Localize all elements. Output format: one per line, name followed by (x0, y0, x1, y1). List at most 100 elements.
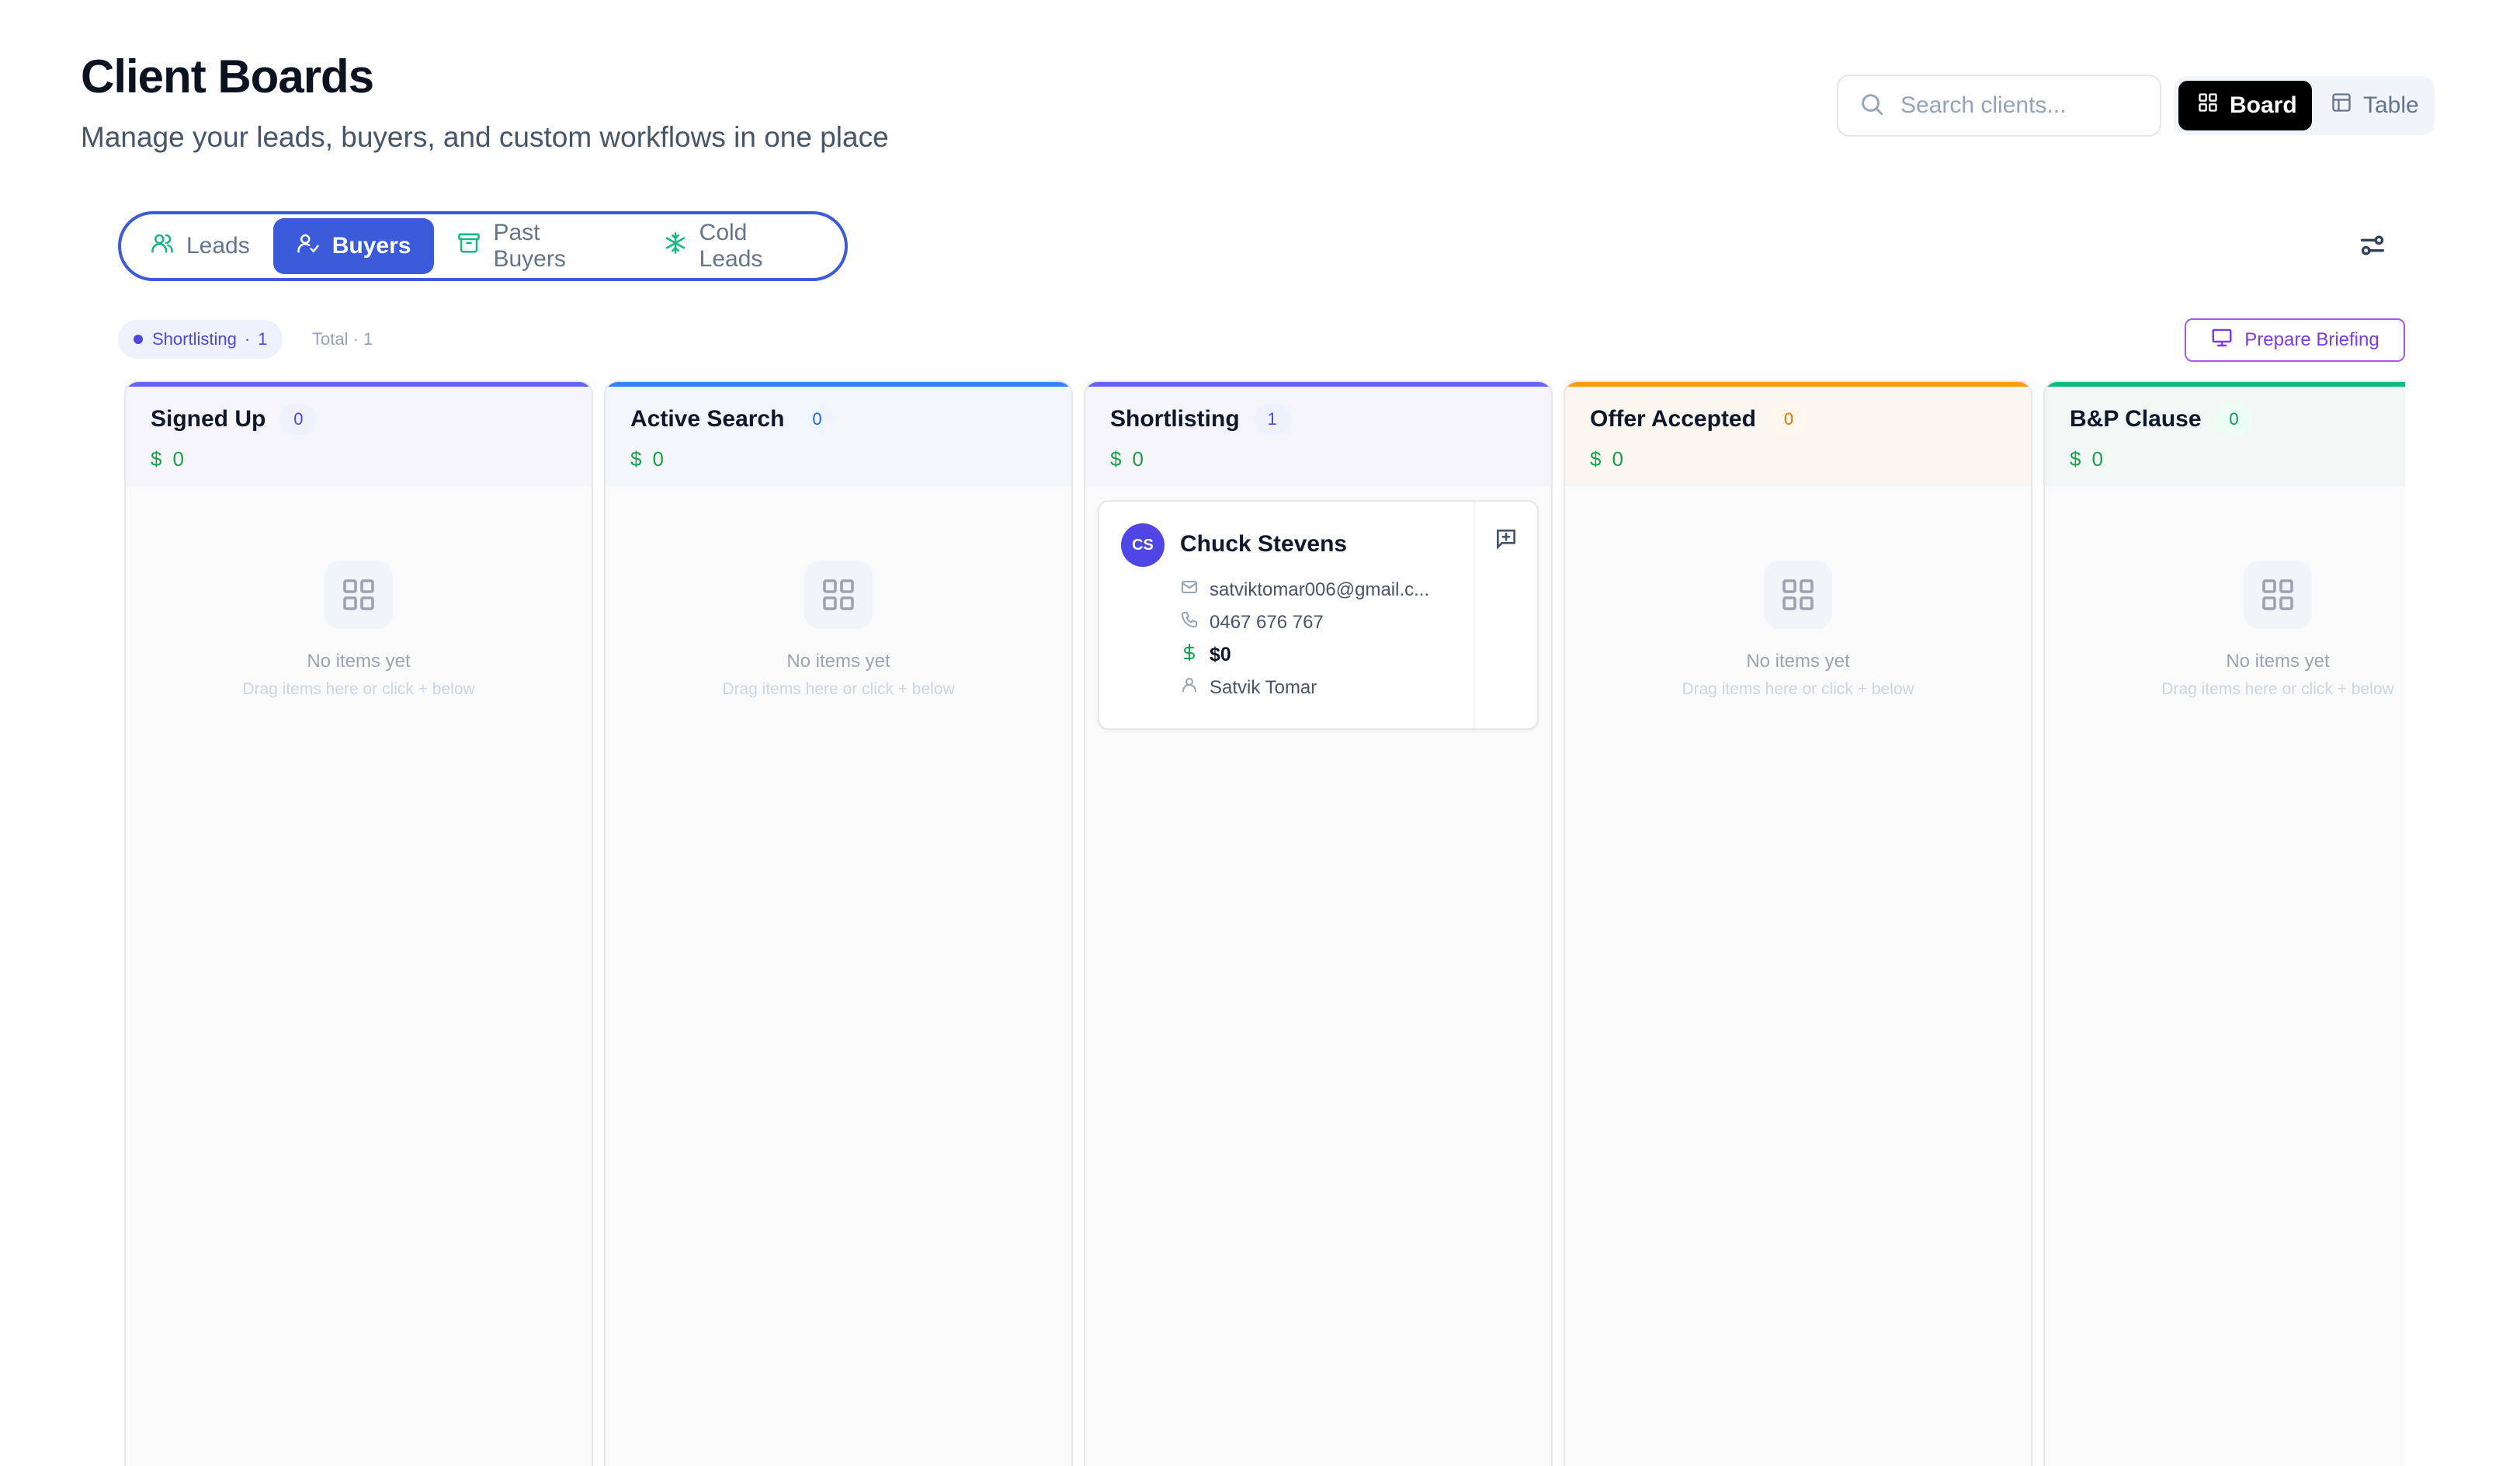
empty-state: No items yet Drag items here or click + … (606, 561, 1071, 699)
search-icon (1859, 91, 1885, 121)
tab-label: Buyers (331, 233, 411, 259)
tab-cold-leads[interactable]: Cold Leads (640, 218, 838, 274)
stage-dot (134, 335, 143, 344)
column-title: B&P Clause (2070, 406, 2202, 432)
empty-state-title: No items yet (786, 651, 890, 672)
client-phone: 0467 676 767 (1180, 610, 1324, 634)
dollar-icon (1180, 643, 1210, 667)
mail-icon (1180, 578, 1210, 602)
archive-icon (457, 231, 493, 261)
column-count-badge: 0 (798, 404, 836, 435)
empty-state-subtitle: Drag items here or click + below (2161, 680, 2394, 698)
empty-state: No items yet Drag items here or click + … (1565, 561, 2031, 699)
column-title: Offer Accepted (1590, 406, 1756, 432)
kanban-board: Signed Up 0 $ 0 No items yet Drag items … (124, 380, 2405, 1466)
page-title: Client Boards (81, 50, 374, 102)
stage-chip-label: Shortlisting (152, 329, 237, 349)
client-phone-text: 0467 676 767 (1210, 611, 1324, 633)
avatar: CS (1121, 523, 1165, 567)
search-input[interactable]: Search clients... (1837, 75, 2161, 137)
column-title: Shortlisting (1110, 406, 1240, 432)
column-header: Shortlisting 1 $ 0 (1085, 387, 1551, 486)
column-count-badge: 0 (2215, 404, 2253, 435)
empty-state-subtitle: Drag items here or click + below (722, 680, 955, 698)
dollar-icon: $ (2070, 447, 2081, 471)
phone-icon (1180, 610, 1210, 634)
stage-chip-count: 1 (258, 329, 268, 349)
column-amount: 0 (652, 447, 664, 471)
snowflake-icon (664, 231, 699, 261)
board-column-active-search: Active Search 0 $ 0 No items yet Drag it… (604, 380, 1073, 1466)
board-view-label: Board (2230, 92, 2297, 118)
grid-icon (325, 561, 393, 629)
client-card[interactable]: CS Chuck Stevens satviktomar006@gmail.c.… (1098, 500, 1539, 730)
prepare-briefing-button[interactable]: Prepare Briefing (2185, 318, 2405, 362)
column-count-badge: 1 (1253, 404, 1291, 435)
grid-icon (1764, 561, 1832, 629)
empty-state-subtitle: Drag items here or click + below (242, 680, 475, 698)
tab-label: Leads (186, 233, 250, 259)
board-column-bp-clause: B&P Clause 0 $ 0 No items yet Drag items… (2043, 380, 2405, 1466)
column-total-value: $ 0 (1110, 447, 1144, 471)
dollar-icon: $ (630, 447, 642, 471)
column-header: Offer Accepted 0 $ 0 (1565, 387, 2031, 486)
board-column-signed-up: Signed Up 0 $ 0 No items yet Drag items … (124, 380, 593, 1466)
empty-state-title: No items yet (2226, 651, 2330, 672)
column-count-badge: 0 (1769, 404, 1807, 435)
tab-label: Cold Leads (699, 220, 763, 272)
users-icon (151, 231, 186, 261)
user-check-icon (297, 231, 332, 261)
column-amount: 0 (172, 447, 184, 471)
board-column-shortlisting: Shortlisting 1 $ 0 CS Chuck Stevens satv… (1084, 380, 1553, 1466)
grid-icon (804, 561, 873, 629)
empty-state-subtitle: Drag items here or click + below (1682, 680, 1914, 698)
tab-leads[interactable]: Leads (127, 218, 273, 274)
stage-chip-separator: · (244, 329, 251, 349)
empty-state-title: No items yet (307, 651, 411, 672)
column-total-value: $ 0 (151, 447, 184, 471)
user-icon (1180, 676, 1210, 700)
client-price: $0 (1180, 643, 1231, 667)
column-amount: 0 (1132, 447, 1144, 471)
tab-label: Past Buyers (493, 220, 566, 272)
prepare-briefing-label: Prepare Briefing (2244, 329, 2379, 350)
dollar-icon: $ (1590, 447, 1602, 471)
column-total-value: $ 0 (1590, 447, 1623, 471)
board-column-offer-accepted: Offer Accepted 0 $ 0 No items yet Drag i… (1564, 380, 2032, 1466)
column-amount: 0 (2091, 447, 2103, 471)
column-header: Active Search 0 $ 0 (606, 387, 1071, 486)
column-header: Signed Up 0 $ 0 (126, 387, 592, 486)
presentation-icon (2210, 326, 2244, 355)
client-email-text: satviktomar006@gmail.c... (1210, 578, 1430, 600)
view-toggle: Board Table (2174, 76, 2435, 135)
total-count: Total · 1 (312, 329, 373, 349)
tab-buyers[interactable]: Buyers (272, 218, 435, 274)
table-view-button[interactable]: Table (2312, 81, 2438, 130)
client-price-text: $0 (1210, 644, 1231, 665)
empty-state: No items yet Drag items here or click + … (2045, 561, 2405, 699)
column-title: Signed Up (151, 406, 266, 432)
client-type-tabs: Leads Buyers Past Buyers Cold Leads (118, 211, 848, 281)
column-title: Active Search (630, 406, 785, 432)
tab-past-buyers[interactable]: Past Buyers (434, 218, 640, 274)
dollar-icon: $ (151, 447, 162, 471)
empty-state-title: No items yet (1746, 651, 1850, 672)
sliders-icon[interactable] (2357, 230, 2388, 261)
client-email: satviktomar006@gmail.c... (1180, 578, 1429, 602)
table-icon (2331, 92, 2363, 120)
column-count-badge: 0 (279, 404, 318, 435)
empty-state: No items yet Drag items here or click + … (126, 561, 592, 699)
column-amount: 0 (1612, 447, 1623, 471)
stage-filter-chip[interactable]: Shortlisting · 1 (118, 320, 283, 359)
card-actions (1473, 502, 1537, 728)
client-agent: Satvik Tomar (1180, 676, 1317, 700)
search-placeholder: Search clients... (1900, 92, 2067, 118)
page-subtitle: Manage your leads, buyers, and custom wo… (81, 121, 889, 153)
grid-icon (2244, 561, 2312, 629)
column-header: B&P Clause 0 $ 0 (2045, 387, 2405, 486)
grid-icon (2197, 92, 2230, 120)
board-view-button[interactable]: Board (2178, 81, 2312, 130)
table-view-label: Table (2363, 92, 2419, 118)
client-agent-text: Satvik Tomar (1210, 676, 1317, 698)
column-total-value: $ 0 (2070, 447, 2103, 471)
